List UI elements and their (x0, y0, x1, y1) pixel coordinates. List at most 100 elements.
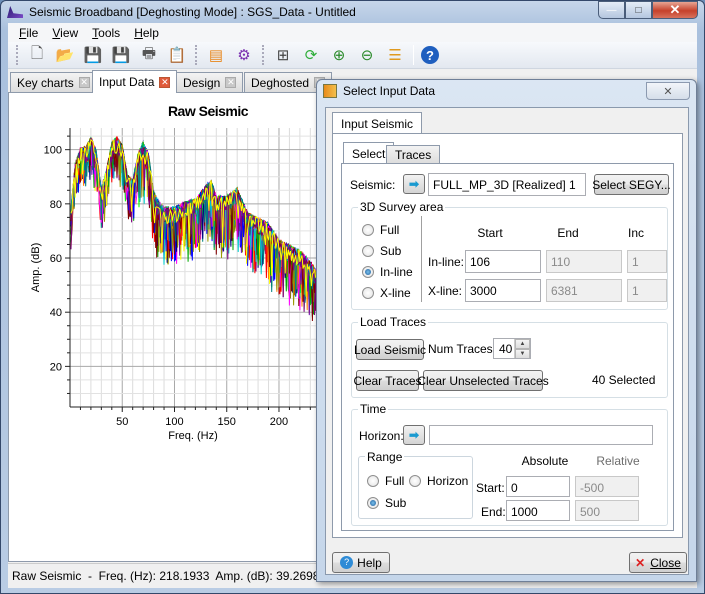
time-end-rel-input: 500 (575, 500, 639, 521)
tab-design[interactable]: Design ✕ (176, 72, 244, 92)
inline-start-input[interactable]: 106 (465, 250, 541, 273)
range-full-radio[interactable]: Full (367, 474, 404, 488)
open-folder-icon[interactable]: 📂 (54, 44, 76, 66)
seismic-pick-button[interactable]: ➡ (403, 174, 425, 194)
tab-input-data[interactable]: Input Data ✕ (92, 70, 178, 93)
survey-full-radio[interactable]: Full (362, 223, 399, 237)
radio-label: Sub (380, 244, 402, 258)
close-window-button[interactable]: ✕ (652, 1, 698, 19)
clear-traces-button[interactable]: Clear Traces (353, 370, 422, 391)
new-file-icon[interactable]: 🗋 (26, 44, 48, 66)
menu-file[interactable]: File (12, 26, 45, 40)
radio-label: Full (385, 474, 405, 488)
save-icon[interactable]: 💾 (82, 44, 104, 66)
survey-inline-radio[interactable]: In-line (362, 265, 413, 279)
range-group: Range Full Horizon Sub (358, 450, 473, 519)
y-tick-label: 100 (44, 145, 62, 157)
time-start-rel-input: -500 (575, 476, 639, 497)
radio-indicator (362, 224, 374, 236)
menu-help[interactable]: Help (127, 26, 166, 40)
range-sub-radio[interactable]: Sub (367, 496, 406, 510)
clear-unselected-traces-button[interactable]: Clear Unselected Traces (417, 370, 549, 391)
time-start-abs-input[interactable]: 0 (506, 476, 570, 497)
close-tab-icon[interactable]: ✕ (159, 76, 171, 88)
y-tick-label: 40 (50, 307, 62, 319)
range-horizon-radio[interactable]: Horizon (409, 474, 468, 488)
save-as-icon[interactable]: 💾 (110, 44, 132, 66)
num-traces-stepper[interactable]: ▲ ▼ (514, 339, 530, 358)
xline-end-input: 6381 (546, 279, 622, 302)
close-tab-icon[interactable]: ✕ (78, 77, 90, 88)
divider (356, 364, 650, 365)
load-traces-title: Load Traces (358, 315, 429, 329)
help-button[interactable]: ? Help (332, 552, 390, 573)
inc-header: Inc (627, 226, 644, 240)
radio-indicator (409, 475, 421, 487)
load-traces-group: Load Traces Load Seismic Num Traces: 40 … (351, 315, 668, 398)
divider (421, 216, 422, 302)
settings-gears-icon[interactable]: ⚙ (233, 44, 255, 66)
grid-layout-icon[interactable]: ⊞ (272, 44, 294, 66)
raw-seismic-chart[interactable]: 50 100 150 200 20 40 60 80 100 Raw Seismic Freq. (… (9, 93, 328, 561)
close-tab-icon[interactable]: ✕ (225, 77, 237, 88)
spin-down-icon[interactable]: ▼ (515, 349, 530, 358)
y-tick-label: 20 (50, 361, 62, 373)
zoom-out-icon[interactable]: ⊖ (356, 44, 378, 66)
survey-sub-radio[interactable]: Sub (362, 244, 401, 258)
horizon-input[interactable] (429, 425, 653, 445)
report-icon[interactable]: 📋 (166, 44, 188, 66)
maximize-button[interactable]: □ (625, 1, 652, 19)
seismic-label: Seismic: (350, 178, 396, 192)
horizon-pick-button[interactable]: ➡ (403, 425, 425, 445)
print-icon[interactable]: 🖶 (138, 44, 160, 66)
tab-input-seismic[interactable]: Input Seismic (332, 112, 423, 134)
dialog-close-icon[interactable]: ✕ (646, 82, 690, 100)
xline-label: X-line: (428, 284, 463, 298)
close-button[interactable]: ✕ Close (629, 552, 687, 573)
zoom-in-icon[interactable]: ⊕ (328, 44, 350, 66)
menu-bar: File View Tools Help (8, 23, 697, 42)
radio-label: Horizon (427, 474, 469, 488)
seismic-icon (323, 84, 337, 98)
menu-view[interactable]: View (45, 26, 85, 40)
select-segy-button[interactable]: Select SEGY... (592, 174, 671, 195)
inline-label: In-line: (428, 255, 465, 269)
selected-count: 40 Selected (592, 373, 656, 387)
relative-header: Relative (596, 454, 640, 468)
tab-traces[interactable]: Traces (386, 145, 441, 164)
num-traces-input[interactable]: 40 ▲ ▼ (493, 338, 531, 359)
close-button-label: Close (650, 555, 681, 570)
radio-indicator (362, 266, 374, 278)
num-traces-label: Num Traces: (428, 342, 497, 356)
window-title: Seismic Broadband [Deghosting Mode] : SG… (29, 5, 356, 19)
time-title: Time (358, 402, 389, 416)
xline-start-input[interactable]: 3000 (465, 279, 541, 302)
seismic-icon[interactable]: ▤ (205, 44, 227, 66)
select-panel: Seismic: ➡ FULL_MP_3D [Realized] 1 Selec… (341, 163, 674, 531)
seismic-input[interactable]: FULL_MP_3D [Realized] 1 (428, 173, 586, 196)
close-x-icon: ✕ (635, 555, 646, 570)
time-end-label: End: (481, 505, 506, 519)
spin-up-icon[interactable]: ▲ (515, 339, 530, 349)
layers-icon[interactable]: ☰ (384, 44, 406, 66)
range-title: Range (365, 450, 405, 464)
chart-title: Raw Seismic (168, 103, 249, 119)
minimize-button[interactable]: — (598, 1, 625, 19)
radio-indicator (362, 287, 374, 299)
toolbar-grip (195, 45, 198, 65)
tab-key-charts[interactable]: Key charts ✕ (10, 72, 97, 92)
refresh-icon[interactable]: ⟳ (300, 44, 322, 66)
survey-xline-radio[interactable]: X-line (362, 286, 411, 300)
help-icon[interactable]: ? (421, 46, 439, 64)
x-tick-label: 100 (165, 416, 183, 428)
menu-tools[interactable]: Tools (85, 26, 127, 40)
time-end-abs-input[interactable]: 1000 (506, 500, 570, 521)
radio-label: Full (380, 223, 400, 237)
toolbar: 🗋 📂 💾 💾 🖶 📋 ▤ ⚙ ⊞ ⟳ ⊕ ⊖ ☰? (8, 42, 697, 69)
y-axis-label: Amp. (dB) (30, 243, 42, 293)
chart-pane: 50 100 150 200 20 40 60 80 100 Raw Seismic Freq. (… (8, 92, 328, 562)
load-seismic-button[interactable]: Load Seismic (354, 339, 426, 360)
tab-label: Deghosted (251, 75, 310, 90)
inline-inc-input: 1 (627, 250, 667, 273)
toolbar-grip (262, 45, 265, 65)
